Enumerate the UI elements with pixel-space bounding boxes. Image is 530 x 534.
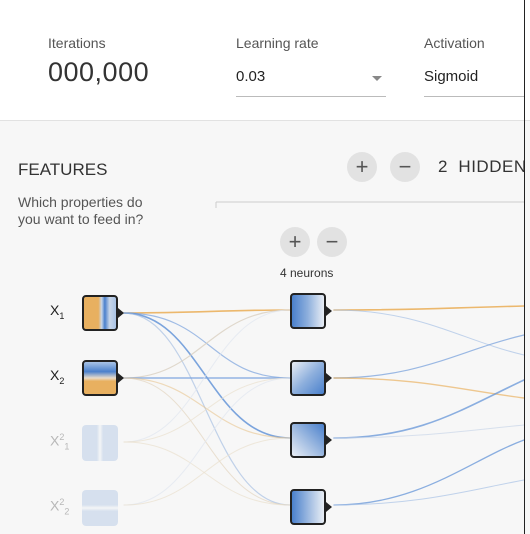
feature-node-x2[interactable] xyxy=(82,360,118,396)
connections-svg xyxy=(123,201,525,506)
feature-node-x1-squared[interactable] xyxy=(82,425,118,461)
remove-neuron-button[interactable]: − xyxy=(317,227,347,257)
arrow-right-icon xyxy=(326,435,332,445)
feature-label-x2: X2 xyxy=(50,367,65,386)
feature-label-x1-squared: X21 xyxy=(50,432,70,452)
hidden-neuron-1[interactable] xyxy=(290,293,326,329)
add-neuron-button[interactable]: + xyxy=(280,227,310,257)
hidden-neuron-4[interactable] xyxy=(290,489,326,525)
frame-edge xyxy=(524,0,525,534)
feature-label-x2-squared: X22 xyxy=(50,497,70,517)
hidden-neuron-3[interactable] xyxy=(290,422,326,458)
feature-label-x1: X1 xyxy=(50,302,65,321)
feature-node-x1[interactable] xyxy=(82,295,118,331)
arrow-right-icon xyxy=(118,308,124,318)
arrow-right-icon xyxy=(326,306,332,316)
hidden-neuron-2[interactable] xyxy=(290,360,326,396)
arrow-right-icon xyxy=(118,373,124,383)
arrow-right-icon xyxy=(326,502,332,512)
feature-node-x2-squared[interactable] xyxy=(82,490,118,526)
neurons-count-label: 4 neurons xyxy=(280,266,334,280)
arrow-right-icon xyxy=(326,373,332,383)
